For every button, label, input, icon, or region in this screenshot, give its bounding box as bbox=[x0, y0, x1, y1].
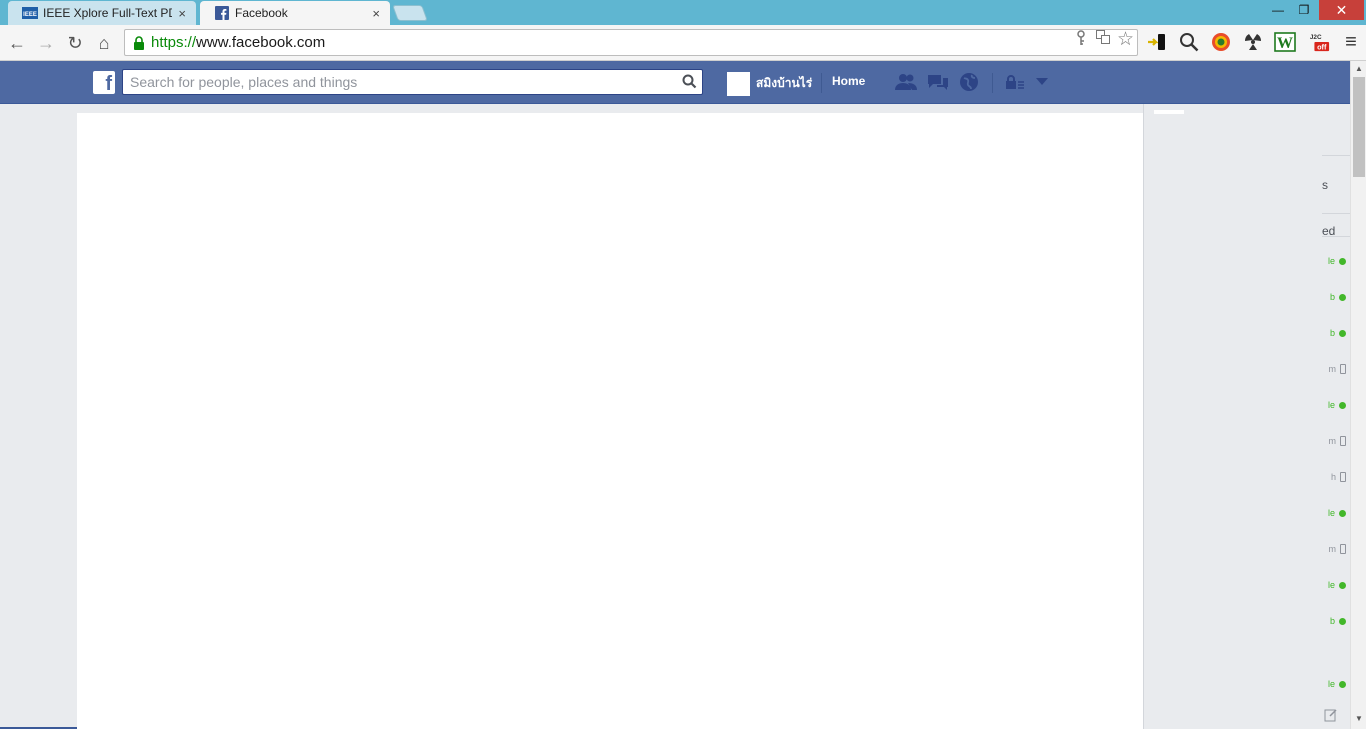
online-dot-icon bbox=[1339, 581, 1346, 589]
magnifier-icon[interactable] bbox=[1178, 31, 1200, 53]
profile-name-link[interactable]: สมิงบ้านไร่ bbox=[756, 74, 812, 93]
privacy-lock-icon[interactable] bbox=[1004, 72, 1026, 92]
reload-icon[interactable]: ↻ bbox=[63, 31, 87, 55]
chat-contact[interactable]: le bbox=[1318, 254, 1346, 268]
chat-contact[interactable]: le bbox=[1318, 506, 1346, 520]
svg-text:IEEE: IEEE bbox=[23, 12, 37, 18]
device-icon[interactable] bbox=[1146, 31, 1168, 53]
friend-requests-icon[interactable] bbox=[895, 72, 917, 92]
main-content-panel bbox=[77, 113, 1320, 729]
sidebar-top-block bbox=[1154, 110, 1184, 114]
facebook-icon bbox=[214, 6, 230, 20]
chat-contact-name: h bbox=[1330, 472, 1336, 482]
chat-contact[interactable]: le bbox=[1318, 677, 1346, 691]
chat-contact-name: le bbox=[1327, 508, 1335, 518]
page-scrollbar[interactable]: ▲ ▼ bbox=[1350, 61, 1366, 729]
online-dot-icon bbox=[1339, 293, 1346, 301]
restore-icon[interactable]: ❐ bbox=[1294, 0, 1314, 20]
j2c-off-icon[interactable]: J2C off bbox=[1308, 31, 1330, 53]
sidebar-divider bbox=[1322, 213, 1351, 214]
scroll-down-icon[interactable]: ▼ bbox=[1354, 714, 1364, 724]
chat-contact-name: m bbox=[1328, 436, 1337, 446]
scroll-thumb[interactable] bbox=[1353, 77, 1365, 177]
online-dot-icon bbox=[1339, 680, 1346, 688]
chat-contact[interactable]: le bbox=[1318, 398, 1346, 412]
back-icon[interactable]: ← bbox=[5, 31, 29, 55]
chat-contact[interactable]: m bbox=[1318, 542, 1346, 556]
mobile-phone-icon bbox=[1340, 544, 1346, 554]
facebook-logo-icon[interactable]: f bbox=[93, 71, 115, 95]
chat-contact-name: le bbox=[1327, 580, 1335, 590]
search-icon[interactable] bbox=[682, 74, 698, 90]
chat-contact-name: le bbox=[1327, 400, 1335, 410]
scroll-up-icon[interactable]: ▲ bbox=[1354, 64, 1364, 74]
chat-contact-name: b bbox=[1329, 292, 1335, 302]
mobile-phone-icon bbox=[1340, 364, 1346, 374]
nav-divider bbox=[821, 73, 822, 93]
window-close-icon[interactable]: ✕ bbox=[1319, 0, 1364, 20]
bookmark-star-icon[interactable]: ☆ bbox=[1117, 28, 1134, 51]
tab-title: IEEE Xplore Full-Text PDF: bbox=[43, 6, 172, 20]
chat-contact-name: le bbox=[1327, 679, 1335, 689]
menu-icon[interactable]: ≡ bbox=[1340, 31, 1362, 53]
sidebar-divider bbox=[1322, 155, 1351, 156]
ieee-icon: IEEE bbox=[22, 6, 38, 20]
svg-text:off: off bbox=[1317, 42, 1327, 51]
online-dot-icon bbox=[1339, 329, 1346, 337]
radiation-icon[interactable] bbox=[1242, 31, 1264, 53]
chat-contact[interactable]: b bbox=[1318, 614, 1346, 628]
key-icon[interactable] bbox=[1076, 30, 1086, 49]
messages-icon[interactable] bbox=[927, 72, 949, 92]
chat-contact[interactable]: b bbox=[1318, 290, 1346, 304]
forward-icon[interactable]: → bbox=[34, 31, 58, 55]
minimize-icon[interactable]: — bbox=[1268, 0, 1288, 20]
sidebar-divider bbox=[1322, 236, 1351, 237]
nav-divider bbox=[992, 73, 993, 93]
browser-toolbar: ← → ↻ ⌂ https://www.facebook.com ☆ W J2C… bbox=[0, 25, 1366, 61]
chat-contact-name: m bbox=[1328, 544, 1337, 554]
new-tab-button[interactable] bbox=[392, 5, 428, 21]
tab-close-icon[interactable]: × bbox=[178, 6, 186, 21]
mobile-phone-icon bbox=[1340, 436, 1346, 446]
notifications-globe-icon[interactable] bbox=[958, 72, 980, 92]
home-icon[interactable]: ⌂ bbox=[92, 31, 116, 55]
chat-contact[interactable]: m bbox=[1318, 362, 1346, 376]
compose-message-icon[interactable] bbox=[1324, 708, 1338, 722]
word-w-icon[interactable]: W bbox=[1274, 31, 1296, 53]
tab-ieee-xplore[interactable]: IEEE IEEE Xplore Full-Text PDF: × bbox=[8, 1, 196, 25]
online-dot-icon bbox=[1339, 617, 1346, 625]
tab-close-icon[interactable]: × bbox=[372, 6, 380, 21]
home-link[interactable]: Home bbox=[832, 74, 865, 88]
avatar[interactable] bbox=[727, 72, 750, 96]
sidebar-header-fragment: s bbox=[1322, 178, 1328, 192]
chat-contact-name: m bbox=[1328, 364, 1337, 374]
chat-contact-name: le bbox=[1327, 256, 1335, 266]
browser-tab-strip: IEEE IEEE Xplore Full-Text PDF: × Facebo… bbox=[0, 0, 1366, 25]
chat-contact[interactable]: b bbox=[1318, 326, 1346, 340]
chat-contact-name: b bbox=[1329, 328, 1335, 338]
address-bar[interactable]: https://www.facebook.com bbox=[124, 29, 1138, 56]
chevron-down-icon[interactable] bbox=[1031, 72, 1053, 92]
chat-contact-name: b bbox=[1329, 616, 1335, 626]
chat-contact[interactable]: m bbox=[1318, 434, 1346, 448]
chat-contact[interactable]: le bbox=[1318, 578, 1346, 592]
mobile-phone-icon bbox=[1340, 472, 1346, 482]
chat-sidebar: s ed le b b m le m h le m le b le bbox=[1143, 104, 1351, 729]
facebook-top-bar: f สมิงบ้านไร่ Home bbox=[0, 61, 1350, 104]
svg-text:W: W bbox=[1277, 35, 1293, 52]
svg-text:J2C: J2C bbox=[1310, 34, 1322, 41]
chat-contact[interactable]: h bbox=[1318, 470, 1346, 484]
online-dot-icon bbox=[1339, 257, 1346, 265]
translate-icon[interactable] bbox=[1096, 30, 1110, 47]
online-dot-icon bbox=[1339, 401, 1346, 409]
chrome-circle-icon[interactable] bbox=[1210, 31, 1232, 53]
tab-title: Facebook bbox=[235, 6, 288, 20]
online-dot-icon bbox=[1339, 509, 1346, 517]
tab-facebook[interactable]: Facebook × bbox=[200, 1, 390, 25]
search-input[interactable] bbox=[122, 69, 703, 95]
url-text: https://www.facebook.com bbox=[151, 34, 326, 51]
lock-icon bbox=[133, 35, 145, 50]
